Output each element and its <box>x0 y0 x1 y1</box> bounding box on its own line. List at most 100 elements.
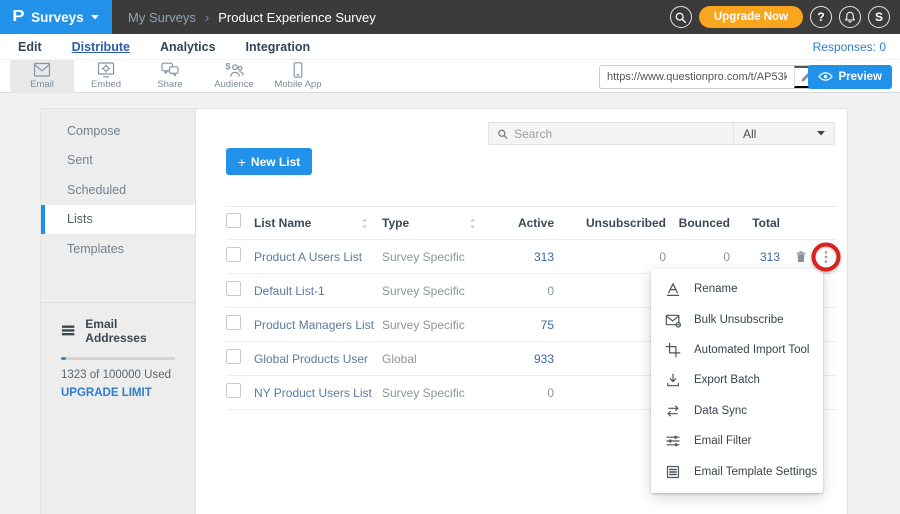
cell-unsubscribed: 0 <box>554 386 666 400</box>
menu-item-label: Email Filter <box>694 435 752 447</box>
tab-analytics[interactable]: Analytics <box>160 40 216 54</box>
toolbar-item-label: Embed <box>91 79 121 90</box>
product-switcher[interactable]: P Surveys <box>0 0 112 34</box>
upgrade-now-button[interactable]: Upgrade Now <box>699 6 803 28</box>
list-name-link[interactable]: Default List-1 <box>254 284 325 298</box>
list-type: Global <box>382 352 490 366</box>
list-type: Survey Specific <box>382 318 490 332</box>
tab-integration[interactable]: Integration <box>246 40 311 54</box>
sidebar-item-scheduled[interactable]: Scheduled <box>41 175 195 205</box>
column-header-unsubscribed: Unsubscribed <box>554 216 666 230</box>
questionpro-logo-icon: P <box>13 8 25 26</box>
column-label: Bounced <box>679 216 730 230</box>
chevron-down-icon <box>91 15 99 20</box>
toolbar-item-label: Audience <box>214 79 254 90</box>
row-actions-menu-button[interactable] <box>818 249 834 265</box>
preview-button[interactable]: Preview <box>808 65 892 89</box>
list-search-input[interactable] <box>514 127 726 141</box>
svg-text:$: $ <box>226 62 231 72</box>
menu-item-bulk-unsubscribe[interactable]: Bulk Unsubscribe <box>651 304 823 334</box>
list-name-link[interactable]: NY Product Users List <box>254 386 372 400</box>
chevron-down-icon <box>817 131 825 136</box>
sidebar-item-sent[interactable]: Sent <box>41 146 195 176</box>
column-header-total: Total <box>730 216 780 230</box>
menu-item-rename[interactable]: Rename <box>651 274 823 304</box>
menu-item-label: Data Sync <box>694 405 747 417</box>
sidebar-item-lists[interactable]: Lists <box>41 205 195 235</box>
account-avatar[interactable]: S <box>868 6 890 28</box>
share-icon <box>159 62 181 78</box>
menu-item-label: Bulk Unsubscribe <box>694 314 783 326</box>
menu-item-data-sync[interactable]: Data Sync <box>651 396 823 426</box>
list-name-link[interactable]: Product Managers List <box>254 318 374 332</box>
menu-item-email-filter[interactable]: Email Filter <box>651 426 823 456</box>
menu-item-email-template-settings[interactable]: Email Template Settings <box>651 456 823 486</box>
toolbar-item-label: Mobile App <box>274 79 321 90</box>
row-checkbox[interactable] <box>226 281 241 296</box>
menu-item-label: Email Template Settings <box>694 466 817 478</box>
cell-unsubscribed: 0 <box>554 284 666 298</box>
column-label: Total <box>752 216 780 230</box>
menu-item-export-batch[interactable]: Export Batch <box>651 365 823 395</box>
column-label: Unsubscribed <box>586 216 666 230</box>
toolbar-item-embed[interactable]: Embed <box>74 60 138 93</box>
bell-icon <box>844 11 856 24</box>
table-header-row: List Name TypeActive Unsubscribed Bounced To… <box>226 206 836 240</box>
email-lists-panel: ComposeSentScheduledListsTemplates Email… <box>40 108 848 514</box>
global-search-button[interactable] <box>670 6 692 28</box>
cell-active: 0 <box>490 386 554 400</box>
toolbar-item-mobile-app[interactable]: Mobile App <box>266 60 330 93</box>
email-sidebar: ComposeSentScheduledListsTemplates Email… <box>41 109 196 514</box>
sort-icon <box>469 218 476 229</box>
new-list-button[interactable]: + New List <box>226 148 312 175</box>
select-all-checkbox[interactable] <box>226 213 241 228</box>
column-header-type[interactable]: Type <box>382 216 490 230</box>
upgrade-limit-link[interactable]: UPGRADE LIMIT <box>61 387 177 399</box>
list-type: Survey Specific <box>382 386 490 400</box>
preview-label: Preview <box>839 71 882 83</box>
column-header-list-name[interactable]: List Name <box>254 216 382 230</box>
cell-unsubscribed: 0 <box>554 250 666 264</box>
list-type-filter[interactable]: All <box>733 122 835 145</box>
help-button[interactable]: ? <box>810 6 832 28</box>
embed-icon <box>95 62 117 78</box>
delete-list-button[interactable] <box>794 249 808 265</box>
bulk-unsubscribe-icon <box>665 312 681 328</box>
tab-distribute[interactable]: Distribute <box>72 40 130 54</box>
cell-active: 313 <box>490 250 554 264</box>
cell-bounced: 0 <box>666 250 730 264</box>
responses-count[interactable]: Responses: 0 <box>813 40 886 54</box>
list-name-link[interactable]: Global Products User <box>254 352 368 366</box>
row-checkbox[interactable] <box>226 383 241 398</box>
tab-edit[interactable]: Edit <box>18 40 42 54</box>
column-header-active: Active <box>490 216 554 230</box>
column-label: List Name <box>254 216 311 230</box>
row-checkbox[interactable] <box>226 247 241 262</box>
survey-url-field <box>599 65 820 89</box>
sidebar-item-templates[interactable]: Templates <box>41 234 195 264</box>
menu-item-label: Automated Import Tool <box>694 344 810 356</box>
row-checkbox[interactable] <box>226 315 241 330</box>
email-addresses-title: Email Addresses <box>85 317 177 345</box>
menu-item-automated-import-tool[interactable]: Automated Import Tool <box>651 335 823 365</box>
row-checkbox[interactable] <box>226 349 241 364</box>
email-addresses-section: Email Addresses 1323 of 100000 Used UPGR… <box>41 303 195 399</box>
cell-unsubscribed: 0 <box>554 318 666 332</box>
toolbar-item-email[interactable]: Email <box>10 60 74 93</box>
page-title: Product Experience Survey <box>218 10 376 25</box>
toolbar-item-label: Share <box>157 79 182 90</box>
notifications-button[interactable] <box>839 6 861 28</box>
survey-url-input[interactable] <box>600 66 794 88</box>
usage-progress-bar <box>61 357 175 360</box>
menu-item-label: Rename <box>694 283 737 295</box>
breadcrumb-my-surveys[interactable]: My Surveys <box>128 10 196 25</box>
cell-active: 0 <box>490 284 554 298</box>
list-name-link[interactable]: Product A Users List <box>254 250 362 264</box>
toolbar-item-audience[interactable]: $ Audience <box>202 60 266 93</box>
sort-icon <box>361 218 368 229</box>
kebab-icon <box>818 249 834 265</box>
sidebar-item-compose[interactable]: Compose <box>41 116 195 146</box>
list-type: Survey Specific <box>382 284 490 298</box>
toolbar-item-share[interactable]: Share <box>138 60 202 93</box>
search-icon <box>497 128 508 140</box>
